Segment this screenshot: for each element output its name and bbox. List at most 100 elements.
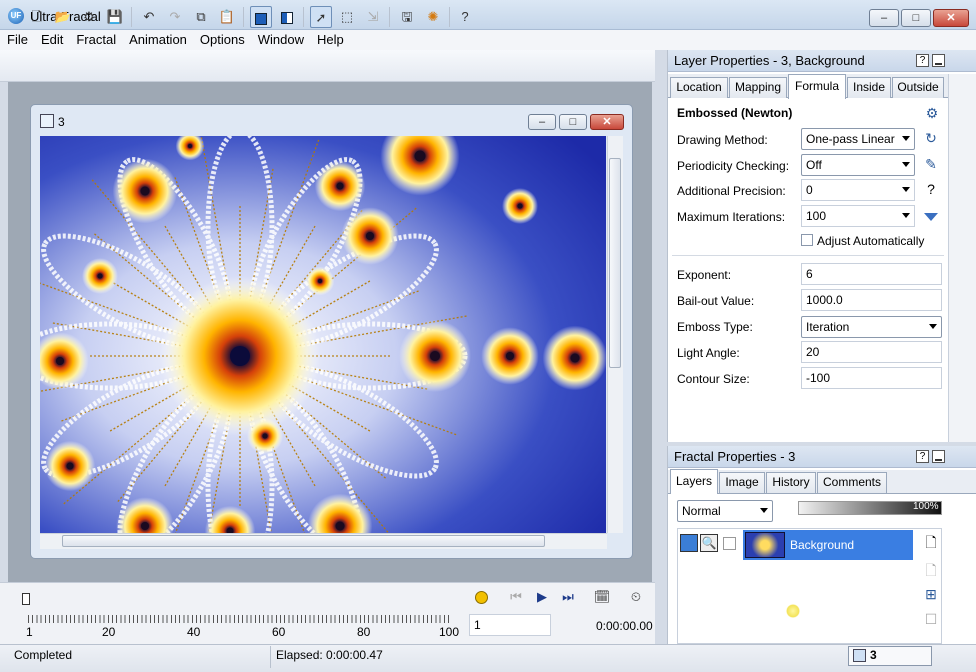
maximize-button[interactable]: □	[901, 9, 931, 27]
layer-zoom-icon[interactable]: 🔍	[700, 534, 718, 552]
light-angle-input[interactable]: 20	[801, 341, 942, 363]
tab-layers[interactable]: Layers	[670, 469, 718, 494]
help-icon[interactable]: ?	[454, 6, 476, 28]
tick-label: 80	[357, 625, 371, 639]
open-folder-icon[interactable]: 📂	[52, 6, 74, 28]
full-screen-icon[interactable]	[250, 6, 272, 28]
add-layer-icon[interactable]: 🗋	[922, 532, 940, 556]
tab-comments[interactable]: Comments	[817, 472, 887, 493]
menu-edit[interactable]: Edit	[34, 30, 69, 47]
max-iterations-label: Maximum Iterations:	[677, 210, 786, 224]
browse-formula-icon[interactable]: ⚙	[923, 105, 941, 122]
document-tab-label: 3	[870, 648, 877, 662]
max-iterations-input[interactable]: 100	[801, 205, 915, 227]
fractal-image[interactable]	[40, 136, 606, 533]
tab-location[interactable]: Location	[670, 77, 728, 98]
layer-properties-title: Layer Properties - 3, Background	[668, 50, 976, 72]
copy-icon[interactable]: ⧉	[190, 6, 212, 28]
half-screen-icon[interactable]	[276, 6, 298, 28]
open-params-icon[interactable]: ⚙	[78, 6, 100, 28]
menu-file[interactable]: File	[0, 30, 34, 47]
timeline-slider-handle[interactable]	[22, 593, 30, 605]
refresh-icon[interactable]: ↻	[922, 130, 940, 147]
delete-layer-icon[interactable]: ☐	[922, 611, 940, 628]
tick-label: 20	[102, 625, 116, 639]
edit-formula-icon[interactable]: ✎	[922, 156, 940, 173]
record-icon[interactable]	[475, 591, 488, 604]
child-close-button[interactable]: ✕	[590, 114, 624, 130]
select-icon[interactable]: ⬚	[336, 6, 358, 28]
tab-image[interactable]: Image	[719, 472, 765, 493]
pointer-icon[interactable]: ➚	[310, 6, 332, 28]
toolbar-separator	[449, 7, 450, 27]
tab-formula[interactable]: Formula	[788, 74, 846, 99]
tick-label: 1	[26, 625, 33, 639]
time-display: 0:00:00.00	[596, 619, 653, 633]
menu-window[interactable]: Window	[251, 30, 310, 47]
toolbar-separator	[131, 7, 132, 27]
bailout-input[interactable]: 1000.0	[801, 289, 942, 311]
calendar-icon[interactable]: 🗓	[591, 586, 613, 608]
layer-visible-icon[interactable]	[680, 534, 698, 552]
periodicity-label: Periodicity Checking:	[677, 159, 790, 173]
horizontal-scroll-thumb[interactable]	[62, 535, 545, 547]
undo-icon[interactable]: ↶	[138, 6, 160, 28]
periodicity-select[interactable]: Off	[801, 154, 915, 176]
drawing-method-select[interactable]: One-pass Linear	[801, 128, 915, 150]
move-icon[interactable]: ⇲	[362, 6, 384, 28]
play-icon[interactable]: ▶	[531, 586, 553, 608]
menu-help[interactable]: Help	[310, 30, 350, 47]
tab-mapping[interactable]: Mapping	[729, 77, 787, 98]
document-icon	[40, 114, 54, 128]
drawing-method-label: Drawing Method:	[677, 133, 768, 147]
redo-icon[interactable]: ↷	[164, 6, 186, 28]
contour-size-input[interactable]: -100	[801, 367, 942, 389]
tab-outside[interactable]: Outside	[892, 77, 944, 98]
panel-minimize-icon[interactable]	[932, 54, 945, 67]
exponent-input[interactable]: 6	[801, 263, 942, 285]
layer-thumbnail	[745, 532, 785, 558]
fractal-properties-panel: Fractal Properties - 3 ? Layers Image Hi…	[667, 446, 976, 644]
fractal-panel-minimize-icon[interactable]	[932, 450, 945, 463]
toolbar-separator	[303, 7, 304, 27]
menu-options[interactable]: Options	[193, 30, 251, 47]
tick-label: 60	[272, 625, 286, 639]
paste-icon[interactable]: 📋	[216, 6, 238, 28]
minimize-button[interactable]: –	[869, 9, 899, 27]
render-icon[interactable]: 🖫	[396, 6, 418, 28]
duplicate-layer-icon[interactable]: 🗋	[922, 560, 940, 584]
bailout-label: Bail-out Value:	[677, 294, 755, 308]
adjust-auto-label: Adjust Automatically	[817, 234, 925, 248]
formula-help-icon[interactable]: ?	[922, 181, 940, 197]
frame-settings-icon[interactable]: ⏲	[625, 586, 647, 608]
menu-animation[interactable]: Animation	[122, 30, 193, 47]
previous-frame-icon[interactable]: ⏮	[505, 586, 527, 608]
fractal-window-title: 3	[58, 115, 65, 129]
add-mask-icon[interactable]: ⊞	[922, 586, 940, 603]
child-maximize-button[interactable]: □	[559, 114, 587, 130]
emboss-type-select[interactable]: Iteration	[801, 316, 942, 338]
new-file-icon[interactable]: 🗋	[26, 6, 48, 28]
adjust-auto-checkbox[interactable]	[801, 234, 813, 246]
tab-history[interactable]: History	[766, 472, 816, 493]
frame-input[interactable]: 1	[469, 614, 551, 636]
layer-lock-checkbox[interactable]	[723, 537, 736, 550]
properties-scrollbar[interactable]	[948, 74, 976, 442]
menu-fractal[interactable]: Fractal	[69, 30, 122, 47]
vertical-scroll-thumb[interactable]	[609, 158, 621, 368]
expand-icon[interactable]	[924, 213, 938, 221]
light-angle-label: Light Angle:	[677, 346, 740, 360]
tab-inside[interactable]: Inside	[847, 77, 891, 98]
next-frame-icon[interactable]: ⏭	[557, 586, 579, 608]
precision-select[interactable]: 0	[801, 179, 915, 201]
child-minimize-button[interactable]: –	[528, 114, 556, 130]
fractal-panel-help-icon[interactable]: ?	[916, 450, 929, 463]
menu-bar: File Edit Fractal Animation Options Window Hel…	[0, 30, 976, 50]
merge-mode-select[interactable]: Normal	[677, 500, 773, 522]
close-button[interactable]: ✕	[933, 9, 969, 27]
panel-help-icon[interactable]: ?	[916, 54, 929, 67]
status-divider	[270, 646, 271, 668]
formula-name: Embossed (Newton)	[677, 106, 793, 120]
network-icon[interactable]: ✺	[422, 6, 444, 28]
save-icon[interactable]: 💾	[104, 6, 126, 28]
